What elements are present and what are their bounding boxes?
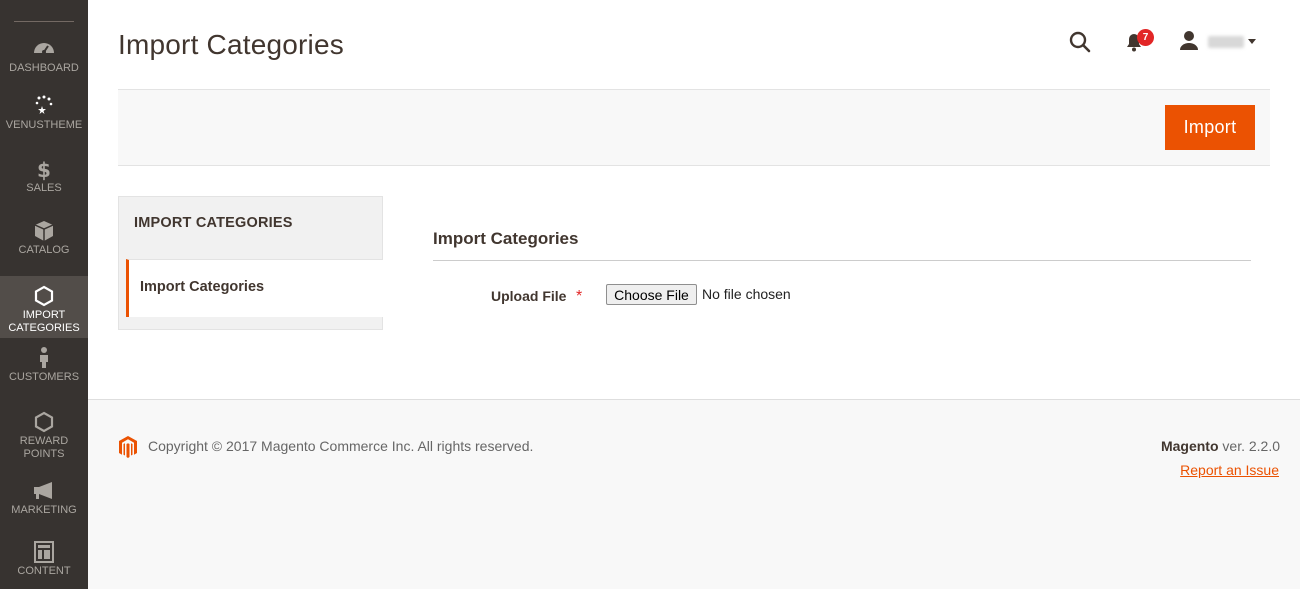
user-name-redacted: [1208, 36, 1244, 48]
sidebar-item-label: MARKETING: [11, 504, 77, 516]
sidebar-item-label: CATALOG: [18, 244, 70, 256]
sidebar-item-dashboard[interactable]: DASHBOARD: [0, 37, 88, 77]
megaphone-icon: [0, 479, 88, 503]
layout-icon: [0, 540, 88, 564]
chevron-down-icon: [1248, 39, 1256, 44]
sidebar-item-content[interactable]: CONTENT: [0, 540, 88, 580]
tab-import-categories[interactable]: Import Categories: [126, 259, 383, 317]
copyright-text: Copyright © 2017 Magento Commerce Inc. A…: [148, 438, 534, 454]
sidebar-item-label-line1: REWARD: [19, 435, 69, 447]
tabs-title: IMPORT CATEGORIES: [134, 215, 293, 231]
footer-divider: [88, 399, 1300, 400]
sidebar-item-label-line2: CATEGORIES: [8, 322, 80, 334]
sidebar-item-label: VENUSTHEME: [5, 119, 83, 131]
brand-name: Magento: [1160, 438, 1219, 454]
sidebar-item-label-line2: POINTS: [23, 448, 65, 460]
page-actions-bar: [118, 89, 1270, 166]
upload-file-label: Upload File: [491, 288, 567, 304]
person-icon: [0, 346, 88, 370]
sidebar-item-catalog[interactable]: CATALOG: [0, 219, 88, 259]
sidebar-logo-divider: [14, 21, 74, 22]
user-icon: [1180, 31, 1198, 50]
sidebar-item-label: SALES: [26, 182, 62, 194]
sidebar-item-sales[interactable]: $ SALES: [0, 157, 88, 197]
report-issue-link[interactable]: Report an Issue: [1180, 462, 1279, 478]
svg-text:$: $: [37, 158, 51, 181]
file-status-text: No file chosen: [702, 286, 791, 302]
venustheme-icon: [0, 94, 88, 118]
sidebar-item-reward-points[interactable]: REWARD POINTS: [0, 410, 88, 464]
tabs-panel: IMPORT CATEGORIES Import Categories: [118, 196, 383, 330]
hexagon-icon: [0, 284, 88, 308]
box-icon: [0, 219, 88, 243]
tab-label: Import Categories: [140, 279, 265, 295]
choose-file-button[interactable]: Choose File: [606, 284, 697, 305]
sidebar-item-import-categories[interactable]: IMPORT CATEGORIES: [0, 276, 88, 338]
version-info: Magento ver. 2.2.0: [1161, 438, 1280, 454]
user-account-menu[interactable]: [1178, 30, 1260, 54]
sidebar-item-label: DASHBOARD: [9, 62, 79, 74]
sidebar-item-venustheme[interactable]: VENUSTHEME: [0, 94, 88, 134]
fieldset-title: Import Categories: [433, 229, 579, 248]
dollar-icon: $: [0, 157, 88, 181]
sidebar-item-marketing[interactable]: MARKETING: [0, 479, 88, 519]
dashboard-icon: [0, 37, 88, 61]
search-icon: [1069, 31, 1091, 53]
notification-count-badge: 7: [1137, 29, 1154, 46]
admin-sidebar: DASHBOARD VENUSTHEME $ SALES CATALOG IMP…: [0, 0, 88, 589]
import-button[interactable]: Import: [1165, 105, 1255, 150]
sidebar-item-label: CUSTOMERS: [8, 371, 80, 383]
sidebar-item-label: CONTENT: [17, 565, 71, 577]
sidebar-item-label-line1: IMPORT: [22, 309, 66, 321]
sidebar-item-customers[interactable]: CUSTOMERS: [0, 346, 88, 388]
search-button[interactable]: [1068, 30, 1092, 54]
hexagon-icon: [0, 410, 88, 434]
version-number: ver. 2.2.0: [1218, 438, 1280, 454]
magento-logo-icon: [118, 435, 138, 459]
fieldset-divider: [433, 260, 1251, 261]
required-marker: *: [576, 288, 583, 305]
page-title: Import Categories: [118, 29, 344, 60]
